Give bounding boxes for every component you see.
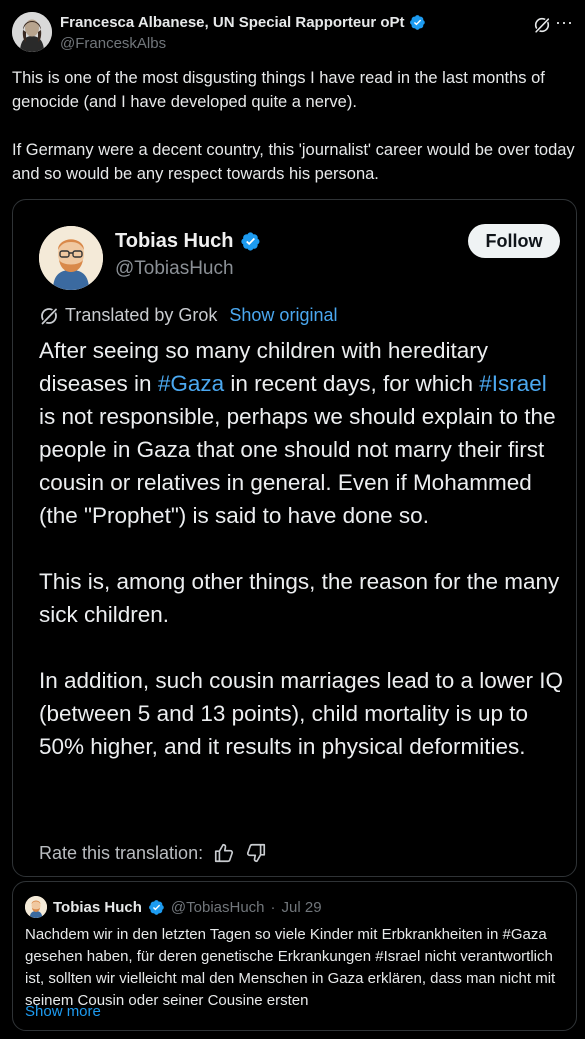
- quoted-author-avatar: [25, 896, 47, 918]
- tweet-paragraph: This is one of the most disgusting thing…: [12, 69, 545, 111]
- rate-translation-label: Rate this translation:: [39, 842, 204, 863]
- media-author-handle: @TobiasHuch: [115, 258, 234, 279]
- verified-badge-icon: [409, 15, 425, 30]
- verified-badge-icon: [240, 232, 260, 251]
- grok-icon: [41, 307, 58, 324]
- tweet-header: Francesca Albanese, UN Special Rapporteu…: [12, 10, 573, 56]
- media-text: is not responsible, perhaps we should ex…: [39, 404, 556, 528]
- grok-icon[interactable]: [533, 16, 551, 34]
- tweet-paragraph: If Germany were a decent country, this '…: [12, 141, 575, 183]
- quoted-author-handle: @TobiasHuch: [170, 898, 265, 916]
- media-text: in recent days, for which: [224, 371, 480, 396]
- media-author-name: Tobias Huch: [115, 230, 234, 252]
- author-avatar[interactable]: [12, 12, 52, 52]
- verified-badge-icon: [148, 899, 164, 915]
- author-name-row: Francesca Albanese, UN Special Rapporteu…: [60, 14, 426, 31]
- quoted-tweet-header: Tobias Huch @TobiasHuch · Jul 29: [25, 896, 322, 918]
- quoted-author-name: Tobias Huch: [53, 898, 142, 916]
- translated-by-grok-row: Translated by Grok Show original: [39, 305, 337, 326]
- tweet-media-image[interactable]: Tobias Huch @TobiasHuch Follow Translate…: [12, 199, 577, 877]
- hashtag-israel: #Israel: [479, 371, 547, 396]
- show-original-link: Show original: [229, 305, 338, 325]
- quoted-tweet-date[interactable]: Jul 29: [282, 899, 322, 916]
- show-more-link[interactable]: Show more: [25, 1003, 101, 1020]
- media-name-row: Tobias Huch: [115, 230, 261, 253]
- translated-label: Translated by Grok: [65, 305, 218, 325]
- rate-translation-row: Rate this translation:: [39, 842, 267, 864]
- quoted-tweet[interactable]: Tobias Huch @TobiasHuch · Jul 29 Nachdem…: [12, 881, 577, 1031]
- media-follow-button: Follow: [468, 224, 560, 258]
- thumbs-down-icon: [247, 843, 266, 863]
- media-author-avatar: [39, 226, 103, 290]
- author-name[interactable]: Francesca Albanese, UN Special Rapporteu…: [60, 14, 405, 31]
- media-paragraph: After seeing so many children with hered…: [39, 334, 569, 532]
- thumbs-up-icon: [215, 843, 234, 863]
- more-icon[interactable]: ···: [555, 12, 573, 32]
- tweet-text: This is one of the most disgusting thing…: [12, 66, 578, 210]
- separator-dot: ·: [270, 898, 276, 916]
- media-paragraph: In addition, such cousin marriages lead …: [39, 668, 564, 759]
- quoted-tweet-text: Nachdem wir in den letzten Tagen so viel…: [25, 926, 556, 1009]
- author-handle[interactable]: @FranceskAlbs: [60, 35, 166, 52]
- media-body-text: After seeing so many children with hered…: [39, 334, 569, 796]
- hashtag-gaza: #Gaza: [157, 371, 225, 396]
- media-paragraph: This is, among other things, the reason …: [39, 569, 560, 627]
